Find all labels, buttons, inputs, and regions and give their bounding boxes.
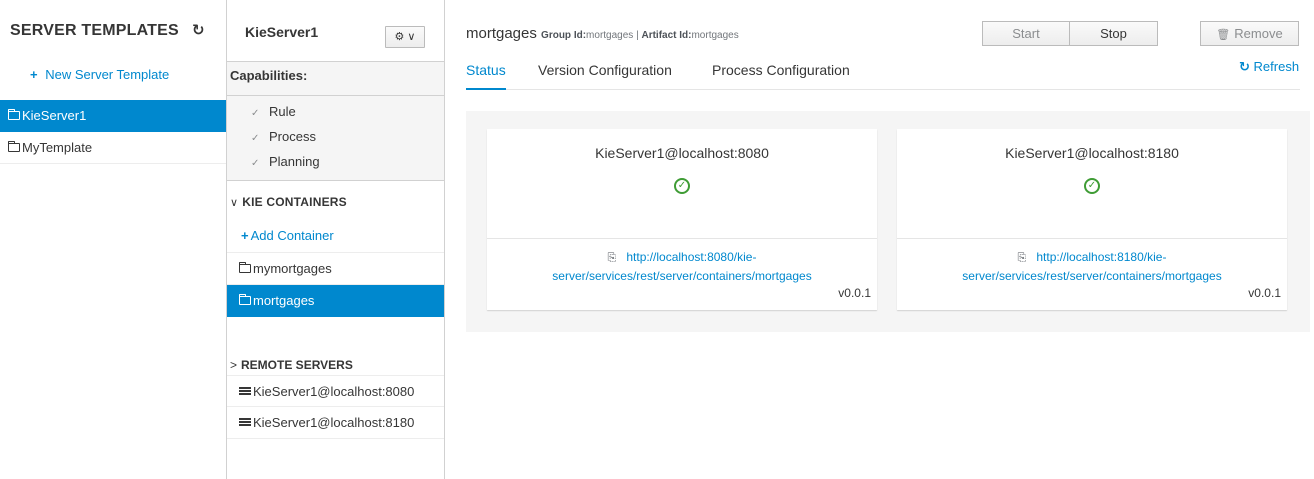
new-server-template-label: New Server Template xyxy=(45,67,170,82)
copy-icon[interactable]: ⎘ xyxy=(608,252,617,264)
stop-button[interactable]: Stop xyxy=(1069,21,1158,46)
server-status-card: KieServer1@localhost:8080 ✓ ⎘ http://loca… xyxy=(487,129,877,310)
group-id-label: Group Id: xyxy=(541,30,587,41)
card-url-section: ⎘ http://localhost:8180/kie- server/servi… xyxy=(897,239,1287,309)
kie-containers-header[interactable]: ∨ KIE CONTAINERS xyxy=(227,181,444,215)
server-templates-panel: SERVER TEMPLATES ↻ + New Server Template… xyxy=(0,0,227,479)
capability-label: Planning xyxy=(269,154,320,169)
server-name: KieServer1 xyxy=(245,24,319,40)
folder-icon xyxy=(8,141,20,152)
add-container-link[interactable]: + Add Container xyxy=(227,215,444,253)
folder-icon xyxy=(239,262,251,273)
card-server-name: KieServer1@localhost:8080 xyxy=(595,145,769,161)
card-server-name: KieServer1@localhost:8180 xyxy=(1005,145,1179,161)
container-name: mortgages xyxy=(466,25,537,42)
trash-icon: 🗑︎ xyxy=(1216,29,1231,41)
meta-separator: | xyxy=(636,30,639,41)
card-url-section: ⎘ http://localhost:8080/kie- server/servi… xyxy=(487,239,877,309)
container-label: mortgages xyxy=(253,293,315,308)
card-url-line2[interactable]: server/services/rest/server/containers/m… xyxy=(962,269,1221,283)
template-label: MyTemplate xyxy=(22,140,93,155)
add-container-label: Add Container xyxy=(250,228,334,243)
server-icon xyxy=(239,387,251,396)
template-item-kieserver1[interactable]: KieServer1 xyxy=(0,100,226,132)
container-title: mortgages Group Id:mortgages | Artifact … xyxy=(466,25,739,42)
tab-status[interactable]: Status xyxy=(466,62,506,90)
server-templates-header: SERVER TEMPLATES ↻ xyxy=(0,0,226,62)
template-label: KieServer1 xyxy=(22,108,87,123)
kie-containers-title: KIE CONTAINERS xyxy=(242,195,347,209)
capabilities-title: Capabilities: xyxy=(227,62,444,96)
capabilities-section: Capabilities: ✓ Rule ✓ Process ✓ Planning xyxy=(227,62,444,181)
folder-icon xyxy=(239,294,251,305)
refresh-label: Refresh xyxy=(1253,59,1300,74)
remote-servers-header[interactable]: > REMOTE SERVERS xyxy=(227,317,444,375)
chevron-right-icon: > xyxy=(230,358,238,372)
container-item-mortgages[interactable]: mortgages xyxy=(227,285,444,317)
capability-label: Rule xyxy=(269,104,296,119)
status-panel: KieServer1@localhost:8080 ✓ ⎘ http://loca… xyxy=(466,111,1310,332)
card-url-line1[interactable]: http://localhost:8080/kie- xyxy=(626,250,756,264)
container-detail: mortgages Group Id:mortgages | Artifact … xyxy=(446,0,1314,479)
remove-button[interactable]: 🗑︎ Remove xyxy=(1200,21,1299,46)
server-status-card: KieServer1@localhost:8180 ✓ ⎘ http://loca… xyxy=(897,129,1287,310)
capability-label: Process xyxy=(269,129,316,144)
group-id-value: mortgages xyxy=(586,30,634,41)
check-icon: ✓ xyxy=(251,158,260,169)
capability-rule: ✓ Rule xyxy=(227,99,444,124)
new-server-template-link[interactable]: + New Server Template xyxy=(0,62,226,100)
gear-dropdown-button[interactable]: ⚙ ∨ xyxy=(385,26,425,48)
artifact-id-label: Artifact Id: xyxy=(641,30,692,41)
container-label: mymortgages xyxy=(253,261,332,276)
container-item-mymortgages[interactable]: mymortgages xyxy=(227,253,444,285)
remote-server-item-8080[interactable]: KieServer1@localhost:8080 xyxy=(227,375,444,407)
remote-servers-title: REMOTE SERVERS xyxy=(241,358,353,372)
tab-bar: Status Version Configuration Process Con… xyxy=(466,62,1300,90)
copy-icon[interactable]: ⎘ xyxy=(1018,252,1027,264)
template-item-mytemplate[interactable]: MyTemplate xyxy=(0,132,226,164)
start-button[interactable]: Start xyxy=(982,21,1070,46)
capability-process: ✓ Process xyxy=(227,124,444,149)
capability-planning: ✓ Planning xyxy=(227,149,444,174)
tab-version-configuration[interactable]: Version Configuration xyxy=(538,62,672,90)
server-templates-title: SERVER TEMPLATES xyxy=(10,22,179,39)
refresh-icon[interactable]: ↻ xyxy=(192,21,205,39)
server-detail-panel: KieServer1 ⚙ ∨ Capabilities: ✓ Rule ✓ Proc… xyxy=(227,0,445,479)
server-detail-header: KieServer1 ⚙ ∨ xyxy=(227,0,444,62)
card-url-line2[interactable]: server/services/rest/server/containers/m… xyxy=(552,269,811,283)
refresh-link[interactable]: ↻ Refresh xyxy=(1239,59,1299,75)
remote-server-item-8180[interactable]: KieServer1@localhost:8180 xyxy=(227,407,444,439)
check-icon: ✓ xyxy=(251,133,260,144)
card-version: v0.0.1 xyxy=(1248,286,1281,300)
chevron-down-icon: ∨ xyxy=(230,197,239,209)
card-url-line1[interactable]: http://localhost:8180/kie- xyxy=(1036,250,1166,264)
check-circle-icon: ✓ xyxy=(674,178,690,194)
gear-icon: ⚙ ∨ xyxy=(394,31,416,43)
container-meta: Group Id:mortgages | Artifact Id:mortgag… xyxy=(541,30,739,41)
plus-icon: + xyxy=(241,228,249,243)
folder-icon xyxy=(8,109,20,120)
check-icon: ✓ xyxy=(251,108,260,119)
tab-process-configuration[interactable]: Process Configuration xyxy=(712,62,850,90)
remove-label: Remove xyxy=(1234,26,1283,41)
remote-server-label: KieServer1@localhost:8080 xyxy=(253,384,415,399)
artifact-id-value: mortgages xyxy=(691,30,739,41)
plus-icon: + xyxy=(30,67,38,82)
refresh-icon: ↻ xyxy=(1239,59,1250,74)
server-icon xyxy=(239,418,251,427)
check-circle-icon: ✓ xyxy=(1084,178,1100,194)
card-version: v0.0.1 xyxy=(838,286,871,300)
remote-server-label: KieServer1@localhost:8180 xyxy=(253,415,415,430)
